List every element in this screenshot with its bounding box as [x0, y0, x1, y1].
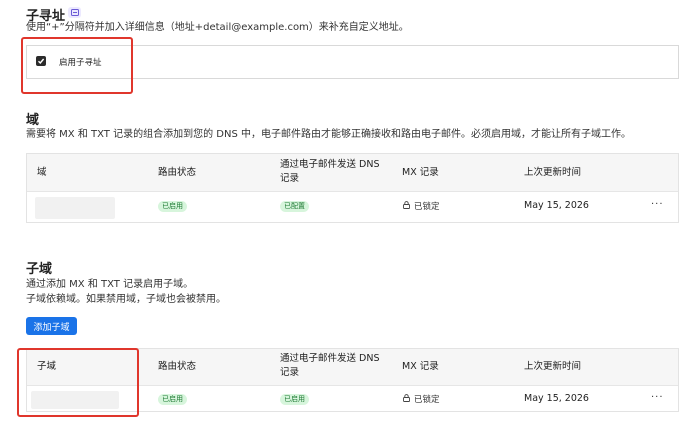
col-dns-line1: 通过电子邮件发送 DNS: [280, 159, 380, 170]
mx-status-label: 已锁定: [414, 202, 440, 212]
subdomains-description-2: 子域依赖域。如果禁用域，子域也会被禁用。: [26, 294, 226, 305]
domains-description: 需要将 MX 和 TXT 记录的组合添加到您的 DNS 中，电子邮件路由才能够正…: [26, 129, 631, 140]
col-updated: 上次更新时间: [524, 361, 582, 372]
domain-name-redacted: [35, 197, 115, 219]
col-mx: MX 记录: [402, 361, 439, 372]
domains-title: 域: [26, 113, 40, 128]
updated-date: May 15, 2026: [524, 200, 589, 211]
domains-table-header: 域 路由状态 通过电子邮件发送 DNS 记录 MX 记录 上次更新时间: [27, 154, 678, 192]
col-domain: 域: [37, 167, 47, 178]
subdomains-description-1: 通过添加 MX 和 TXT 记录启用子域。: [26, 279, 194, 290]
col-updated: 上次更新时间: [524, 167, 582, 178]
col-dns: 通过电子邮件发送 DNS 记录: [280, 352, 379, 380]
updated-date: May 15, 2026: [524, 393, 589, 404]
mx-status-label: 已锁定: [414, 395, 440, 405]
subdomains-title: 子域: [26, 262, 53, 277]
mx-status: 已锁定: [403, 393, 440, 405]
highlight-box: [21, 37, 133, 94]
col-mx: MX 记录: [402, 167, 439, 178]
dns-status-badge: 已启用: [280, 394, 309, 405]
beta-icon: [68, 7, 81, 18]
dns-status-badge: 已配置: [280, 201, 309, 212]
mx-status: 已锁定: [403, 200, 440, 212]
sub-address-description: 使用“+”分隔符并加入详细信息（地址+detail@example.com）来补…: [26, 22, 409, 33]
col-routing-status: 路由状态: [158, 167, 197, 178]
add-subdomain-button[interactable]: 添加子域: [26, 317, 77, 335]
lock-icon: [403, 200, 410, 212]
col-dns-line2: 记录: [280, 173, 300, 184]
domains-table: 域 路由状态 通过电子邮件发送 DNS 记录 MX 记录 上次更新时间 已启用 …: [26, 153, 679, 223]
highlight-box: [17, 348, 139, 417]
col-dns: 通过电子邮件发送 DNS 记录: [280, 158, 379, 186]
row-actions-button[interactable]: ···: [651, 393, 664, 403]
routing-status-badge: 已启用: [158, 201, 187, 212]
row-actions-button[interactable]: ···: [651, 200, 664, 210]
col-routing-status: 路由状态: [158, 361, 197, 372]
col-dns-line1: 通过电子邮件发送 DNS: [280, 353, 380, 364]
col-dns-line2: 记录: [280, 367, 300, 378]
lock-icon: [403, 393, 410, 405]
routing-status-badge: 已启用: [158, 394, 187, 405]
